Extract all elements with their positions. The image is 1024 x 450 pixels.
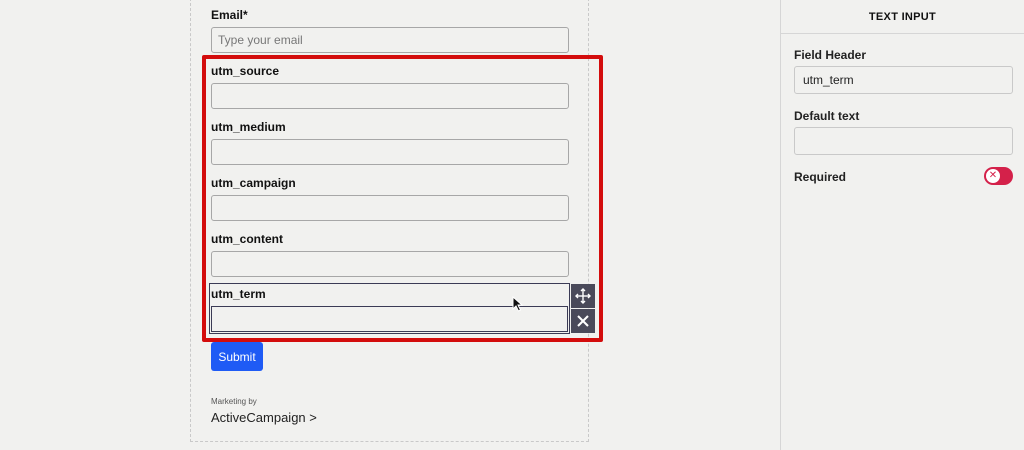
email-input[interactable]: [211, 27, 569, 53]
properties-panel: TEXT INPUT Field Header Default text Req…: [780, 0, 1024, 450]
utm-medium-label: utm_medium: [211, 120, 286, 134]
utm-content-label: utm_content: [211, 232, 283, 246]
field-header-label: Field Header: [794, 48, 867, 62]
activecampaign-logo: ActiveCampaign >: [211, 410, 317, 425]
default-text-input[interactable]: [794, 127, 1013, 155]
utm-campaign-input[interactable]: [211, 195, 569, 221]
close-icon: [577, 315, 589, 327]
email-label: Email*: [211, 8, 248, 22]
field-header-input[interactable]: [794, 66, 1013, 94]
mouse-cursor-icon: [512, 296, 524, 312]
utm-content-input[interactable]: [211, 251, 569, 277]
utm-term-label: utm_term: [211, 287, 266, 301]
default-text-label: Default text: [794, 109, 860, 123]
submit-button[interactable]: Submit: [211, 342, 263, 371]
required-label: Required: [794, 170, 847, 184]
marketing-by-text: Marketing by: [211, 397, 257, 406]
required-toggle[interactable]: ✕: [984, 167, 1013, 185]
move-field-button[interactable]: [571, 284, 595, 308]
utm-campaign-label: utm_campaign: [211, 176, 296, 190]
utm-medium-input[interactable]: [211, 139, 569, 165]
move-icon: [575, 288, 591, 304]
delete-field-button[interactable]: [571, 309, 595, 333]
panel-title: TEXT INPUT: [781, 0, 1024, 34]
form-canvas: Email* utm_source utm_medium utm_campaig…: [0, 0, 780, 450]
utm-source-input[interactable]: [211, 83, 569, 109]
utm-source-label: utm_source: [211, 64, 280, 78]
toggle-off-x-icon: ✕: [986, 169, 1000, 183]
